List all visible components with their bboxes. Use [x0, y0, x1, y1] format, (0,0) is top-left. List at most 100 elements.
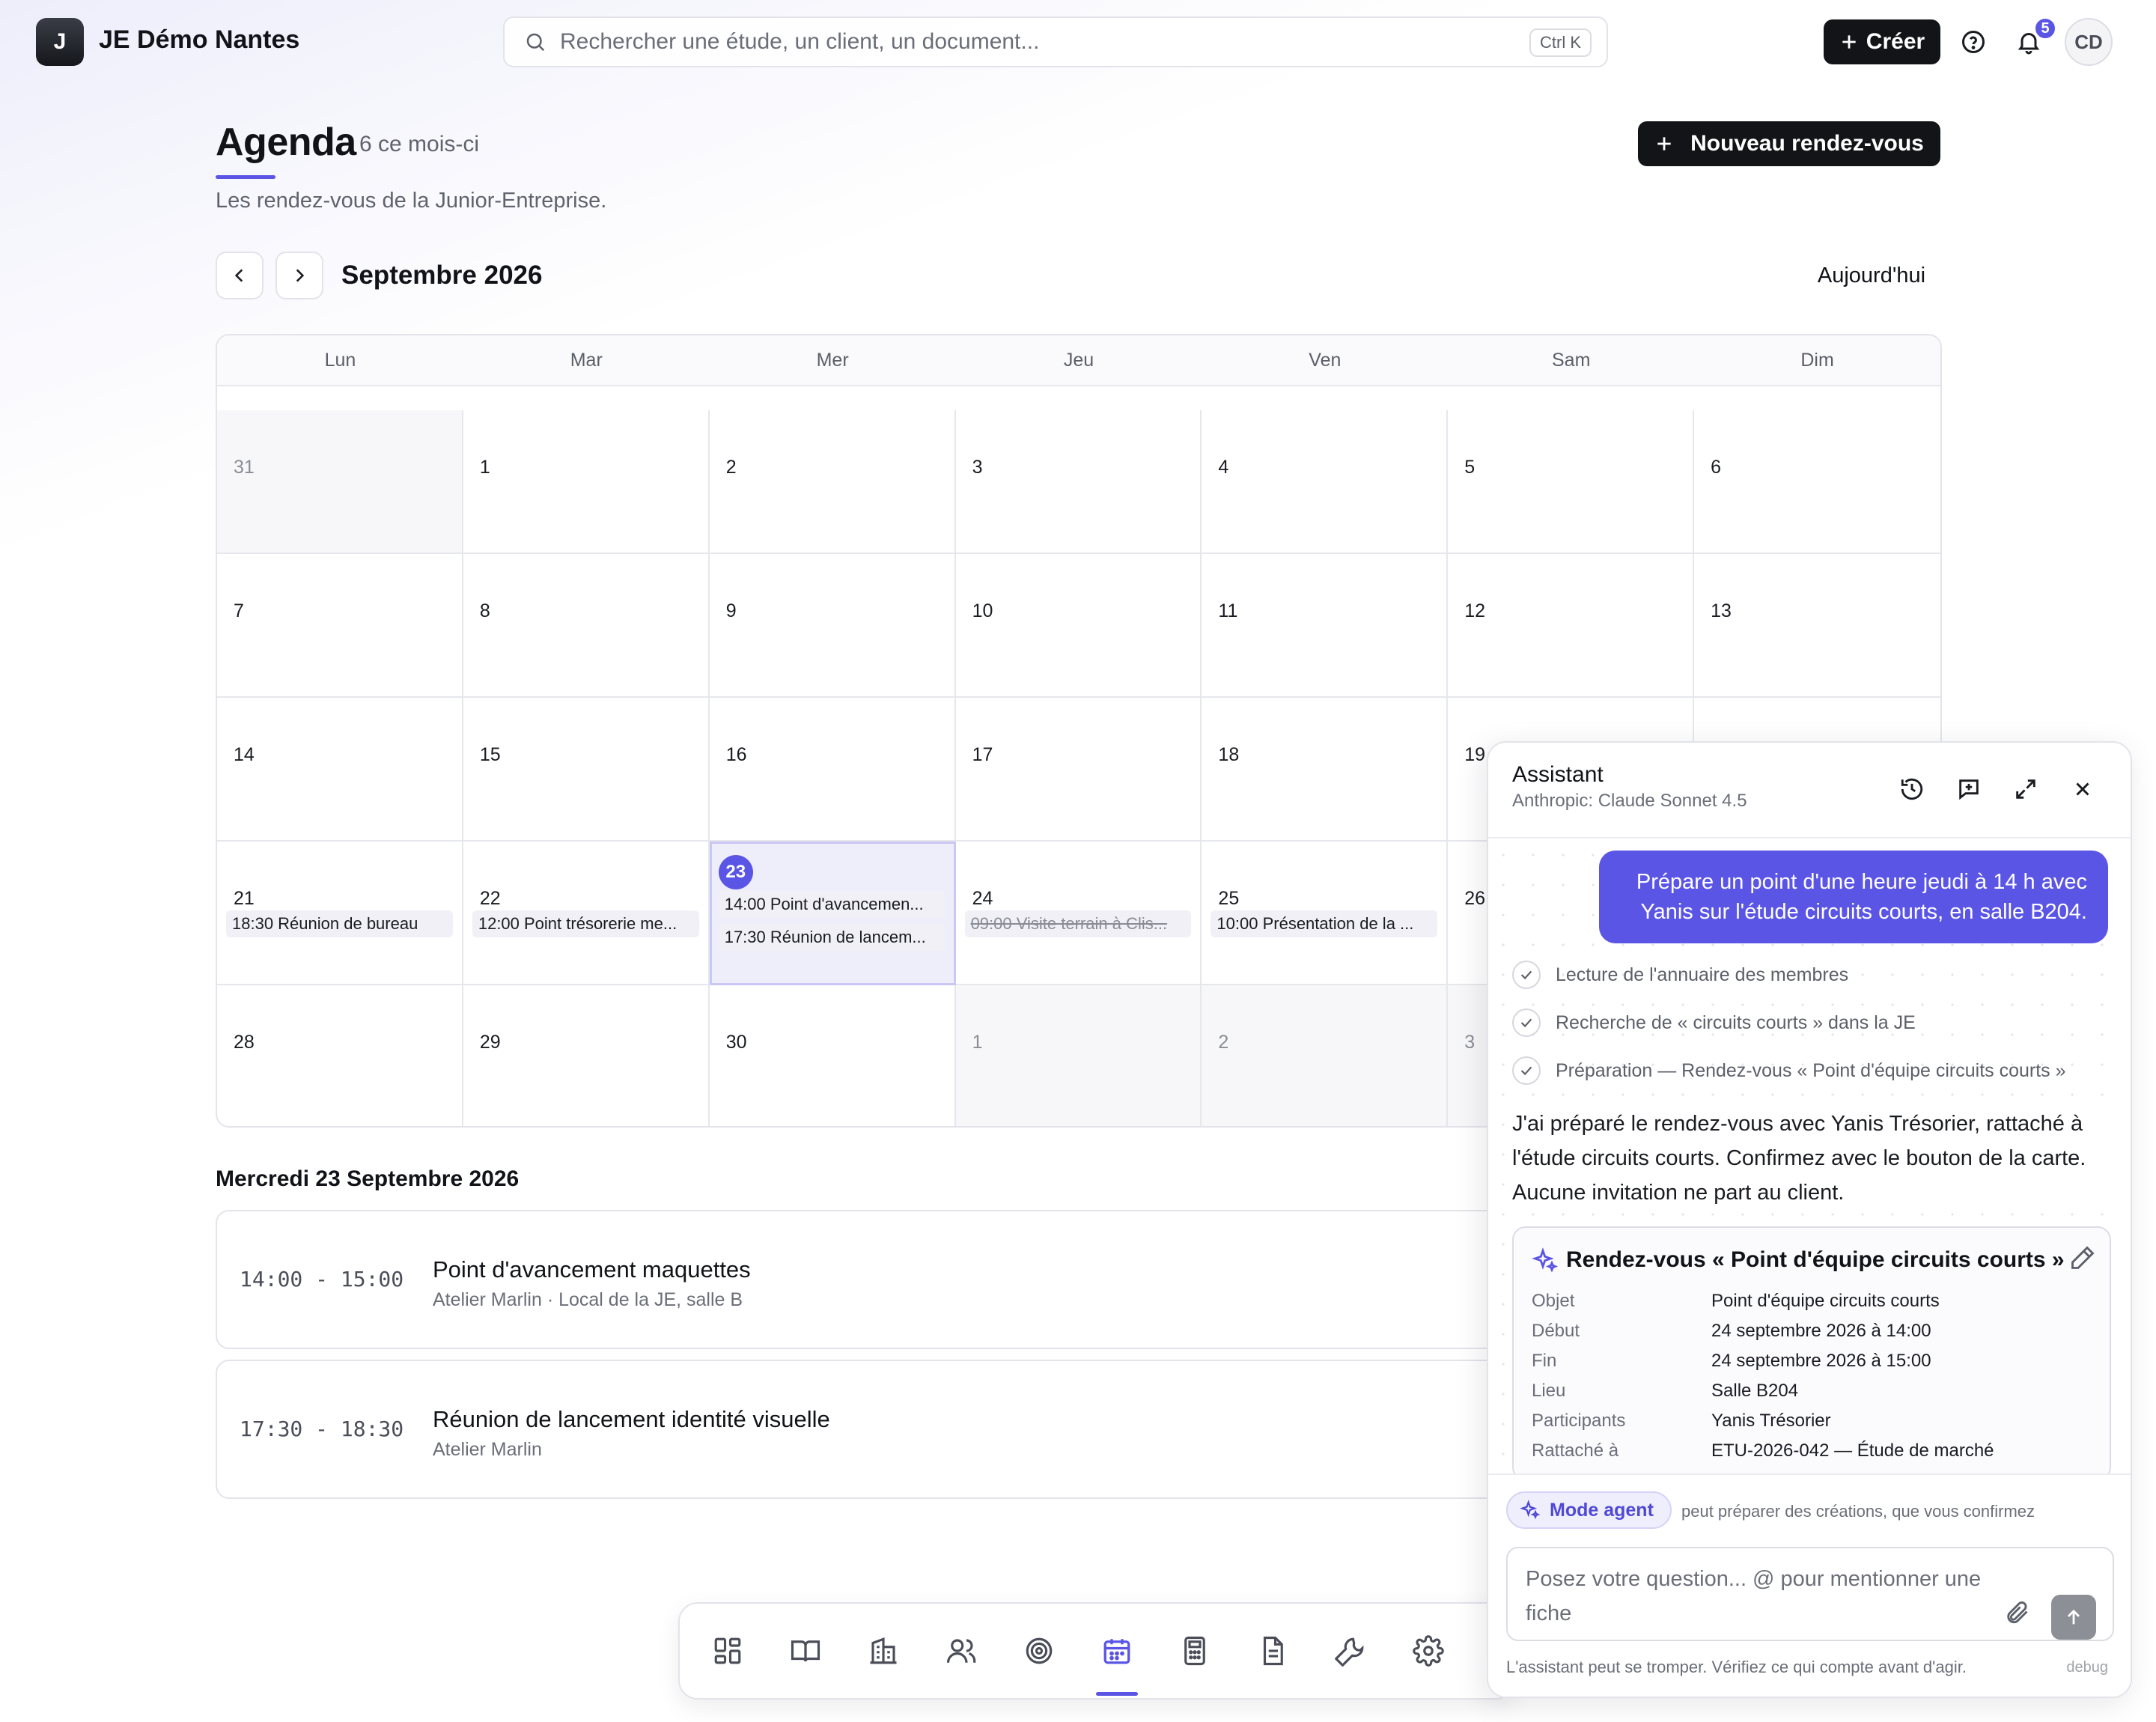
- weekday-label: Dim: [1800, 349, 1834, 371]
- calendar-event[interactable]: 14:00 Point d'avancemen...: [718, 891, 945, 918]
- calendar-day[interactable]: 7: [217, 554, 463, 698]
- agent-mode-toggle[interactable]: Mode agent: [1506, 1491, 1672, 1529]
- calendar-event[interactable]: 12:00 Point trésorerie me...: [472, 910, 699, 937]
- weekday-label: Mar: [570, 349, 603, 371]
- user-avatar[interactable]: CD: [2065, 18, 2113, 66]
- day-number: 2: [1218, 1032, 1229, 1053]
- chevron-right-icon: [296, 269, 305, 282]
- expand-button[interactable]: [2008, 771, 2044, 807]
- calendar-day[interactable]: 6: [1694, 410, 1940, 554]
- calendar-day[interactable]: 12: [1448, 554, 1695, 698]
- dock-item-members[interactable]: [939, 1628, 984, 1673]
- dock-item-companies[interactable]: [861, 1628, 906, 1673]
- calendar-day[interactable]: 30: [710, 985, 956, 1126]
- send-button[interactable]: [2051, 1595, 2096, 1640]
- dock-item-settings[interactable]: [1406, 1628, 1451, 1673]
- calendar-day[interactable]: 5: [1448, 410, 1695, 554]
- calendar-event[interactable]: 10:00 Présentation de la ...: [1211, 910, 1438, 937]
- dock-item-dashboard[interactable]: [705, 1628, 750, 1673]
- calendar-event[interactable]: 17:30 Réunion de lancem...: [718, 924, 945, 951]
- calendar-day[interactable]: 14: [217, 698, 463, 842]
- paperclip-icon[interactable]: [2003, 1599, 2030, 1626]
- calendar-day[interactable]: 1: [463, 410, 710, 554]
- card-field-key: Objet: [1532, 1291, 1575, 1311]
- dock-item-agenda[interactable]: [1094, 1628, 1139, 1696]
- day-number: 23: [718, 855, 945, 891]
- calendar-event[interactable]: 18:30 Réunion de bureau: [226, 910, 453, 937]
- card-field-value: ETU-2026-042 — Étude de marché: [1711, 1440, 1994, 1461]
- card-field: Rattaché à ETU-2026-042 — Étude de marché: [1532, 1440, 1994, 1470]
- day-number: 8: [479, 600, 490, 621]
- card-field-key: Lieu: [1532, 1381, 1566, 1401]
- calendar-day[interactable]: 2: [1202, 985, 1449, 1126]
- appointment-title: Réunion de lancement identité visuelle: [433, 1406, 830, 1432]
- help-button[interactable]: [1957, 25, 1990, 58]
- calendar-day[interactable]: 25 10:00 Présentation de la ...: [1202, 842, 1449, 985]
- create-button[interactable]: Créer: [1824, 19, 1940, 64]
- dock-item-calculator[interactable]: [1172, 1628, 1217, 1673]
- pencil-icon[interactable]: [2069, 1244, 2096, 1271]
- app-logo[interactable]: J: [36, 18, 84, 66]
- day-number: 11: [1218, 600, 1238, 621]
- assistant-message-input[interactable]: Posez votre question... @ pour mentionne…: [1506, 1547, 2114, 1641]
- composer-placeholder: Posez votre question... @ pour mentionne…: [1526, 1567, 1982, 1625]
- dock-item-book[interactable]: [783, 1628, 828, 1673]
- calendar-day[interactable]: 13: [1694, 554, 1940, 698]
- calendar-day[interactable]: 8: [463, 554, 710, 698]
- search-input[interactable]: Rechercher une étude, un client, un docu…: [503, 16, 1608, 67]
- calendar-day[interactable]: 15: [463, 698, 710, 842]
- document-icon: [1263, 1636, 1283, 1666]
- calendar-day[interactable]: 10: [955, 554, 1202, 698]
- calendar-day[interactable]: 28: [217, 985, 463, 1126]
- previous-month-button[interactable]: [216, 252, 264, 299]
- today-button[interactable]: Aujourd'hui: [1804, 259, 1939, 292]
- calendar-day[interactable]: 16: [709, 698, 956, 842]
- dock-item-tools[interactable]: [1328, 1628, 1373, 1673]
- calendar-day[interactable]: 22 12:00 Point trésorerie me...: [463, 842, 710, 985]
- calendar-day[interactable]: 17: [955, 698, 1202, 842]
- card-field: Fin 24 septembre 2026 à 15:00: [1532, 1351, 1931, 1381]
- target-icon: [1026, 1637, 1053, 1664]
- day-events: 18:30 Réunion de bureau: [226, 910, 453, 937]
- history-button[interactable]: [1894, 771, 1930, 807]
- title-underline: [216, 175, 275, 179]
- appointment-meta: Atelier Marlin · Local de la JE, salle B: [433, 1289, 743, 1310]
- calendar-day[interactable]: 4: [1202, 410, 1449, 554]
- day-number: 10: [972, 600, 993, 621]
- users-icon: [946, 1639, 976, 1664]
- calendar-day[interactable]: 21 18:30 Réunion de bureau: [217, 842, 463, 985]
- appointment-meta: Atelier Marlin: [433, 1439, 542, 1460]
- close-assistant-button[interactable]: [2065, 771, 2101, 807]
- calendar-event-cancelled[interactable]: 09:00 Visite terrain à Clis...: [964, 910, 1192, 937]
- dock-item-documents[interactable]: [1250, 1628, 1295, 1673]
- day-number: 18: [1218, 744, 1240, 765]
- expand-icon: [2016, 779, 2035, 799]
- new-appointment-button[interactable]: Nouveau rendez-vous: [1638, 121, 1940, 166]
- dock-item-objectives[interactable]: [1017, 1628, 1062, 1673]
- calendar-day[interactable]: 11: [1202, 554, 1449, 698]
- next-month-button[interactable]: [275, 252, 323, 299]
- day-events: 10:00 Présentation de la ...: [1211, 910, 1438, 937]
- calendar-day[interactable]: 1: [955, 985, 1202, 1126]
- card-field: Objet Point d'équipe circuits courts: [1532, 1291, 1940, 1321]
- calendar-day[interactable]: 31: [217, 410, 463, 554]
- agent-mode-hint: peut préparer des créations, que vous co…: [1681, 1502, 2035, 1521]
- proposed-appointment-card[interactable]: Rendez-vous « Point d'équipe circuits co…: [1512, 1226, 2111, 1481]
- calendar-day[interactable]: 29: [463, 985, 710, 1126]
- calendar-day[interactable]: 2: [709, 410, 956, 554]
- assistant-panel: Assistant Anthropic: Claude Sonnet 4.5 P…: [1487, 741, 2132, 1698]
- assistant-conversation[interactable]: Prépare un point d'une heure jeudi à 14 …: [1488, 840, 2131, 1481]
- debug-link[interactable]: debug: [2066, 1659, 2108, 1676]
- card-field: Lieu Salle B204: [1532, 1381, 1798, 1411]
- calendar-day-today[interactable]: 23 14:00 Point d'avancemen... 17:30 Réunio…: [709, 842, 956, 985]
- plus-icon: [1657, 137, 1671, 150]
- calendar-day[interactable]: 3: [955, 410, 1202, 554]
- app-name[interactable]: JE Démo Nantes: [99, 25, 299, 55]
- calendar-day[interactable]: 9: [709, 554, 956, 698]
- new-conversation-button[interactable]: [1951, 771, 1987, 807]
- day-number: 21: [234, 888, 255, 909]
- calendar-day[interactable]: 18: [1202, 698, 1449, 842]
- day-number: 13: [1711, 600, 1732, 621]
- calendar-day[interactable]: 24 09:00 Visite terrain à Clis...: [955, 842, 1202, 985]
- check-icon: [1512, 961, 1541, 989]
